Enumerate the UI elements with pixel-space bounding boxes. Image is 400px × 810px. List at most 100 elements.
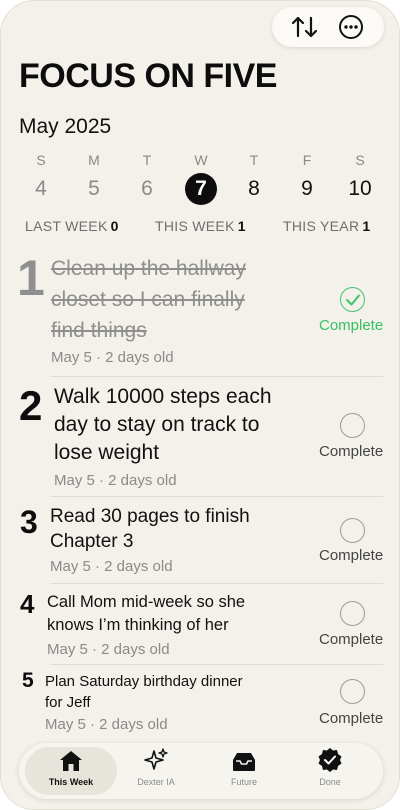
- task-title-line: knows I’m thinking of her: [47, 616, 229, 634]
- complete-checkbox[interactable]: [340, 601, 365, 626]
- complete-label: Complete: [319, 443, 384, 460]
- tab-done[interactable]: Done: [285, 747, 375, 795]
- day-number: 6: [141, 177, 153, 200]
- day-sunday[interactable]: S 4: [21, 151, 61, 205]
- task-title-line: Walk 10000 steps each: [54, 385, 272, 408]
- day-monday[interactable]: M 5: [74, 151, 114, 205]
- complete-label: Complete: [319, 710, 384, 727]
- bottom-tab-bar: This Week Dexter IA Future Done: [19, 743, 383, 799]
- complete-label: Complete: [319, 631, 384, 648]
- checkmark-seal-icon: [318, 748, 342, 772]
- task-index: 2: [19, 382, 43, 429]
- day-number-selected: 7: [185, 173, 217, 205]
- task-title-line: for Jeff: [45, 694, 91, 711]
- task-title-line: Plan Saturday birthday dinner: [45, 673, 243, 690]
- day-thursday[interactable]: T 8: [234, 151, 274, 205]
- task-title-line: find things: [51, 319, 147, 342]
- divider: [51, 376, 383, 377]
- complete-checkbox[interactable]: [340, 413, 365, 438]
- sparkles-icon: [144, 748, 168, 770]
- day-saturday[interactable]: S 10: [340, 151, 380, 205]
- task-meta: May 5 · 2 days old: [45, 716, 168, 733]
- task-title-line: day to stay on track to: [54, 413, 260, 436]
- task-item-3[interactable]: 3 Read 30 pages to finish Chapter 3 May …: [1, 504, 399, 582]
- complete-checkbox[interactable]: [340, 679, 365, 704]
- task-title-line: Call Mom mid-week so she: [47, 593, 246, 611]
- day-number: 4: [35, 177, 47, 200]
- divider: [51, 664, 383, 665]
- day-of-week: T: [249, 152, 259, 168]
- tab-this-week[interactable]: This Week: [25, 747, 117, 795]
- stat-label: LAST WEEK: [25, 218, 108, 234]
- house-icon: [60, 751, 82, 771]
- task-title: Read 30 pages to finish Chapter 3: [50, 504, 310, 554]
- tab-label: Done: [319, 777, 341, 787]
- day-number: 9: [301, 177, 313, 200]
- week-strip: S 4 M 5 T 6 W 7 T 8 F 9 S 10: [15, 151, 387, 207]
- day-number: 8: [248, 177, 260, 200]
- task-meta: May 5 · 2 days old: [50, 558, 173, 575]
- complete-label: Complete: [319, 317, 384, 334]
- divider: [51, 583, 383, 584]
- task-title-line: Clean up the hallway: [51, 257, 246, 280]
- month-label: May 2025: [19, 115, 112, 138]
- day-of-week: T: [142, 152, 152, 168]
- task-title: Clean up the hallway closet so I can fin…: [51, 253, 311, 346]
- task-title: Walk 10000 steps each day to stay on tra…: [54, 383, 314, 467]
- checkmark-icon: [345, 294, 360, 305]
- task-meta: May 5 · 2 days old: [51, 349, 174, 366]
- app-screen: FOCUS ON FIVE May 2025 S 4 M 5 T 6 W 7 T…: [0, 0, 400, 810]
- day-of-week: S: [36, 152, 46, 168]
- tab-label: This Week: [48, 777, 94, 787]
- day-friday[interactable]: F 9: [287, 151, 327, 205]
- task-title-line: closet so I can finally: [51, 288, 245, 311]
- stat-last-week: LAST WEEK 0: [25, 218, 119, 234]
- stat-label: THIS YEAR: [283, 218, 360, 234]
- stat-label: THIS WEEK: [155, 218, 235, 234]
- page-title: FOCUS ON FIVE: [19, 57, 277, 95]
- task-title-line: Chapter 3: [50, 531, 134, 552]
- sort-arrows-icon: [291, 16, 318, 38]
- sort-button[interactable]: [289, 11, 321, 43]
- top-toolbar: [272, 7, 384, 47]
- task-item-4[interactable]: 4 Call Mom mid-week so she knows I’m thi…: [1, 589, 399, 661]
- complete-checkbox[interactable]: [340, 518, 365, 543]
- tray-icon: [233, 753, 255, 771]
- tab-label: Dexter IA: [137, 777, 175, 787]
- more-ellipsis-icon: [339, 15, 363, 39]
- day-of-week: S: [355, 152, 365, 168]
- task-title: Call Mom mid-week so she knows I’m think…: [47, 591, 317, 637]
- stats-row: LAST WEEK 0 THIS WEEK 1 THIS YEAR 1: [25, 218, 377, 238]
- task-item-5[interactable]: 5 Plan Saturday birthday dinner for Jeff…: [1, 669, 399, 739]
- stat-value: 0: [110, 218, 119, 234]
- stat-this-year: THIS YEAR 1: [283, 218, 370, 234]
- task-index: 3: [20, 504, 38, 540]
- task-title-line: lose weight: [54, 441, 160, 464]
- task-meta: May 5 · 2 days old: [54, 472, 177, 489]
- complete-label: Complete: [319, 547, 384, 564]
- task-title: Plan Saturday birthday dinner for Jeff: [45, 671, 315, 713]
- day-wednesday-today[interactable]: W 7: [181, 151, 221, 205]
- tab-dexter-ia[interactable]: Dexter IA: [111, 747, 201, 795]
- day-tuesday[interactable]: T 6: [127, 151, 167, 205]
- task-index: 4: [20, 589, 35, 619]
- divider: [51, 496, 383, 497]
- tab-future[interactable]: Future: [199, 747, 289, 795]
- task-index: 1: [17, 250, 45, 306]
- day-of-week: M: [88, 152, 100, 168]
- day-number: 5: [88, 177, 100, 200]
- stat-this-week: THIS WEEK 1: [155, 218, 246, 234]
- task-item-2[interactable]: 2 Walk 10000 steps each day to stay on t…: [1, 382, 399, 493]
- complete-checkbox-checked[interactable]: [340, 287, 365, 312]
- more-button[interactable]: [335, 11, 367, 43]
- task-item-1[interactable]: 1 Clean up the hallway closet so I can f…: [1, 250, 399, 373]
- day-number: 10: [348, 177, 372, 200]
- tab-label: Future: [230, 777, 257, 787]
- stat-value: 1: [237, 218, 246, 234]
- task-meta: May 5 · 2 days old: [47, 641, 170, 658]
- day-of-week: F: [302, 152, 312, 168]
- day-of-week: W: [194, 152, 208, 168]
- task-title-line: Read 30 pages to finish: [50, 506, 250, 527]
- stat-value: 1: [362, 218, 371, 234]
- task-index: 5: [22, 669, 34, 692]
